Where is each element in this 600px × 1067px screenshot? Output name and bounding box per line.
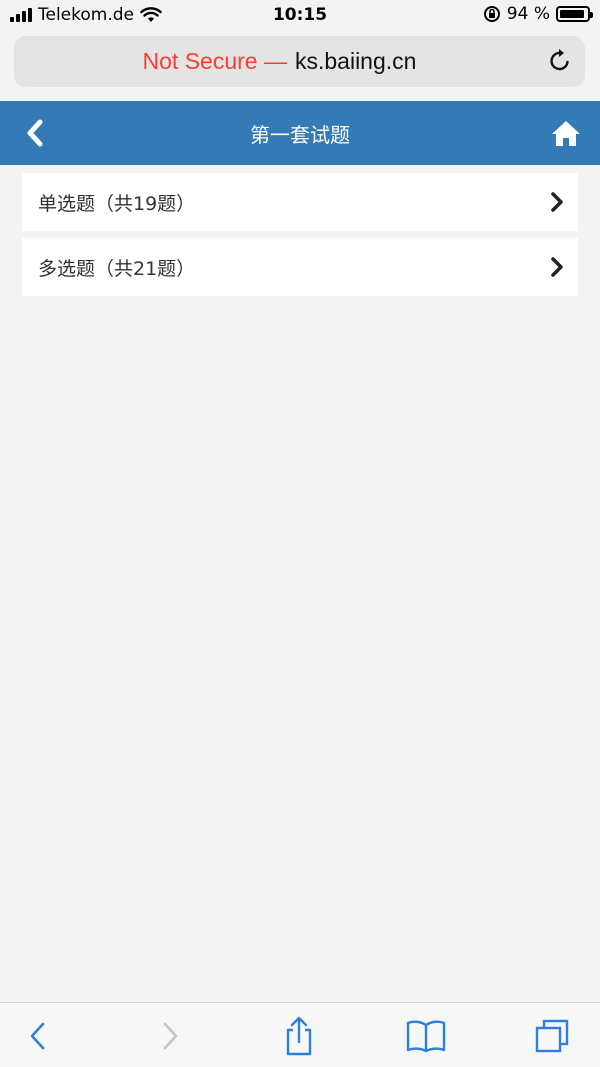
address-bar[interactable]: Not Secure — ks.baiing.cn xyxy=(14,36,585,87)
question-type-list: 单选题（共19题） 多选题（共21题） xyxy=(22,173,578,303)
status-right: 94 % xyxy=(483,4,593,24)
chevron-right-icon xyxy=(163,1022,178,1050)
chevron-left-icon xyxy=(30,1022,45,1050)
tabs-icon xyxy=(535,1019,569,1053)
browser-forward-button[interactable] xyxy=(148,1015,192,1057)
list-item-label: 多选题（共21题） xyxy=(38,257,196,280)
book-icon xyxy=(406,1020,446,1053)
chevron-right-icon xyxy=(551,257,563,277)
home-icon xyxy=(552,121,580,146)
battery-icon xyxy=(556,6,593,22)
url-domain: ks.baiing.cn xyxy=(294,48,417,74)
home-button[interactable] xyxy=(548,115,584,151)
page-title: 第一套试题 xyxy=(250,122,350,147)
list-item-multiple-choice[interactable]: 多选题（共21题） xyxy=(22,238,578,296)
share-icon xyxy=(286,1016,312,1056)
status-bar: Telekom.de 10:15 94 % xyxy=(0,0,600,32)
browser-back-button[interactable] xyxy=(16,1015,60,1057)
chevron-right-icon xyxy=(551,192,563,212)
reload-icon[interactable] xyxy=(547,48,573,74)
url-display[interactable]: Not Secure — ks.baiing.cn xyxy=(14,36,545,87)
battery-fill xyxy=(560,10,585,18)
not-secure-label: Not Secure — xyxy=(142,48,287,74)
battery-percent: 94 % xyxy=(506,4,550,24)
share-button[interactable] xyxy=(277,1015,321,1057)
tabs-button[interactable] xyxy=(530,1015,574,1057)
list-item-label: 单选题（共19题） xyxy=(38,192,196,215)
bookmarks-button[interactable] xyxy=(404,1015,448,1057)
list-item-single-choice[interactable]: 单选题（共19题） xyxy=(22,173,578,231)
rotation-lock-icon xyxy=(483,6,500,22)
browser-toolbar xyxy=(0,1002,600,1067)
app-header: 第一套试题 xyxy=(0,101,600,165)
